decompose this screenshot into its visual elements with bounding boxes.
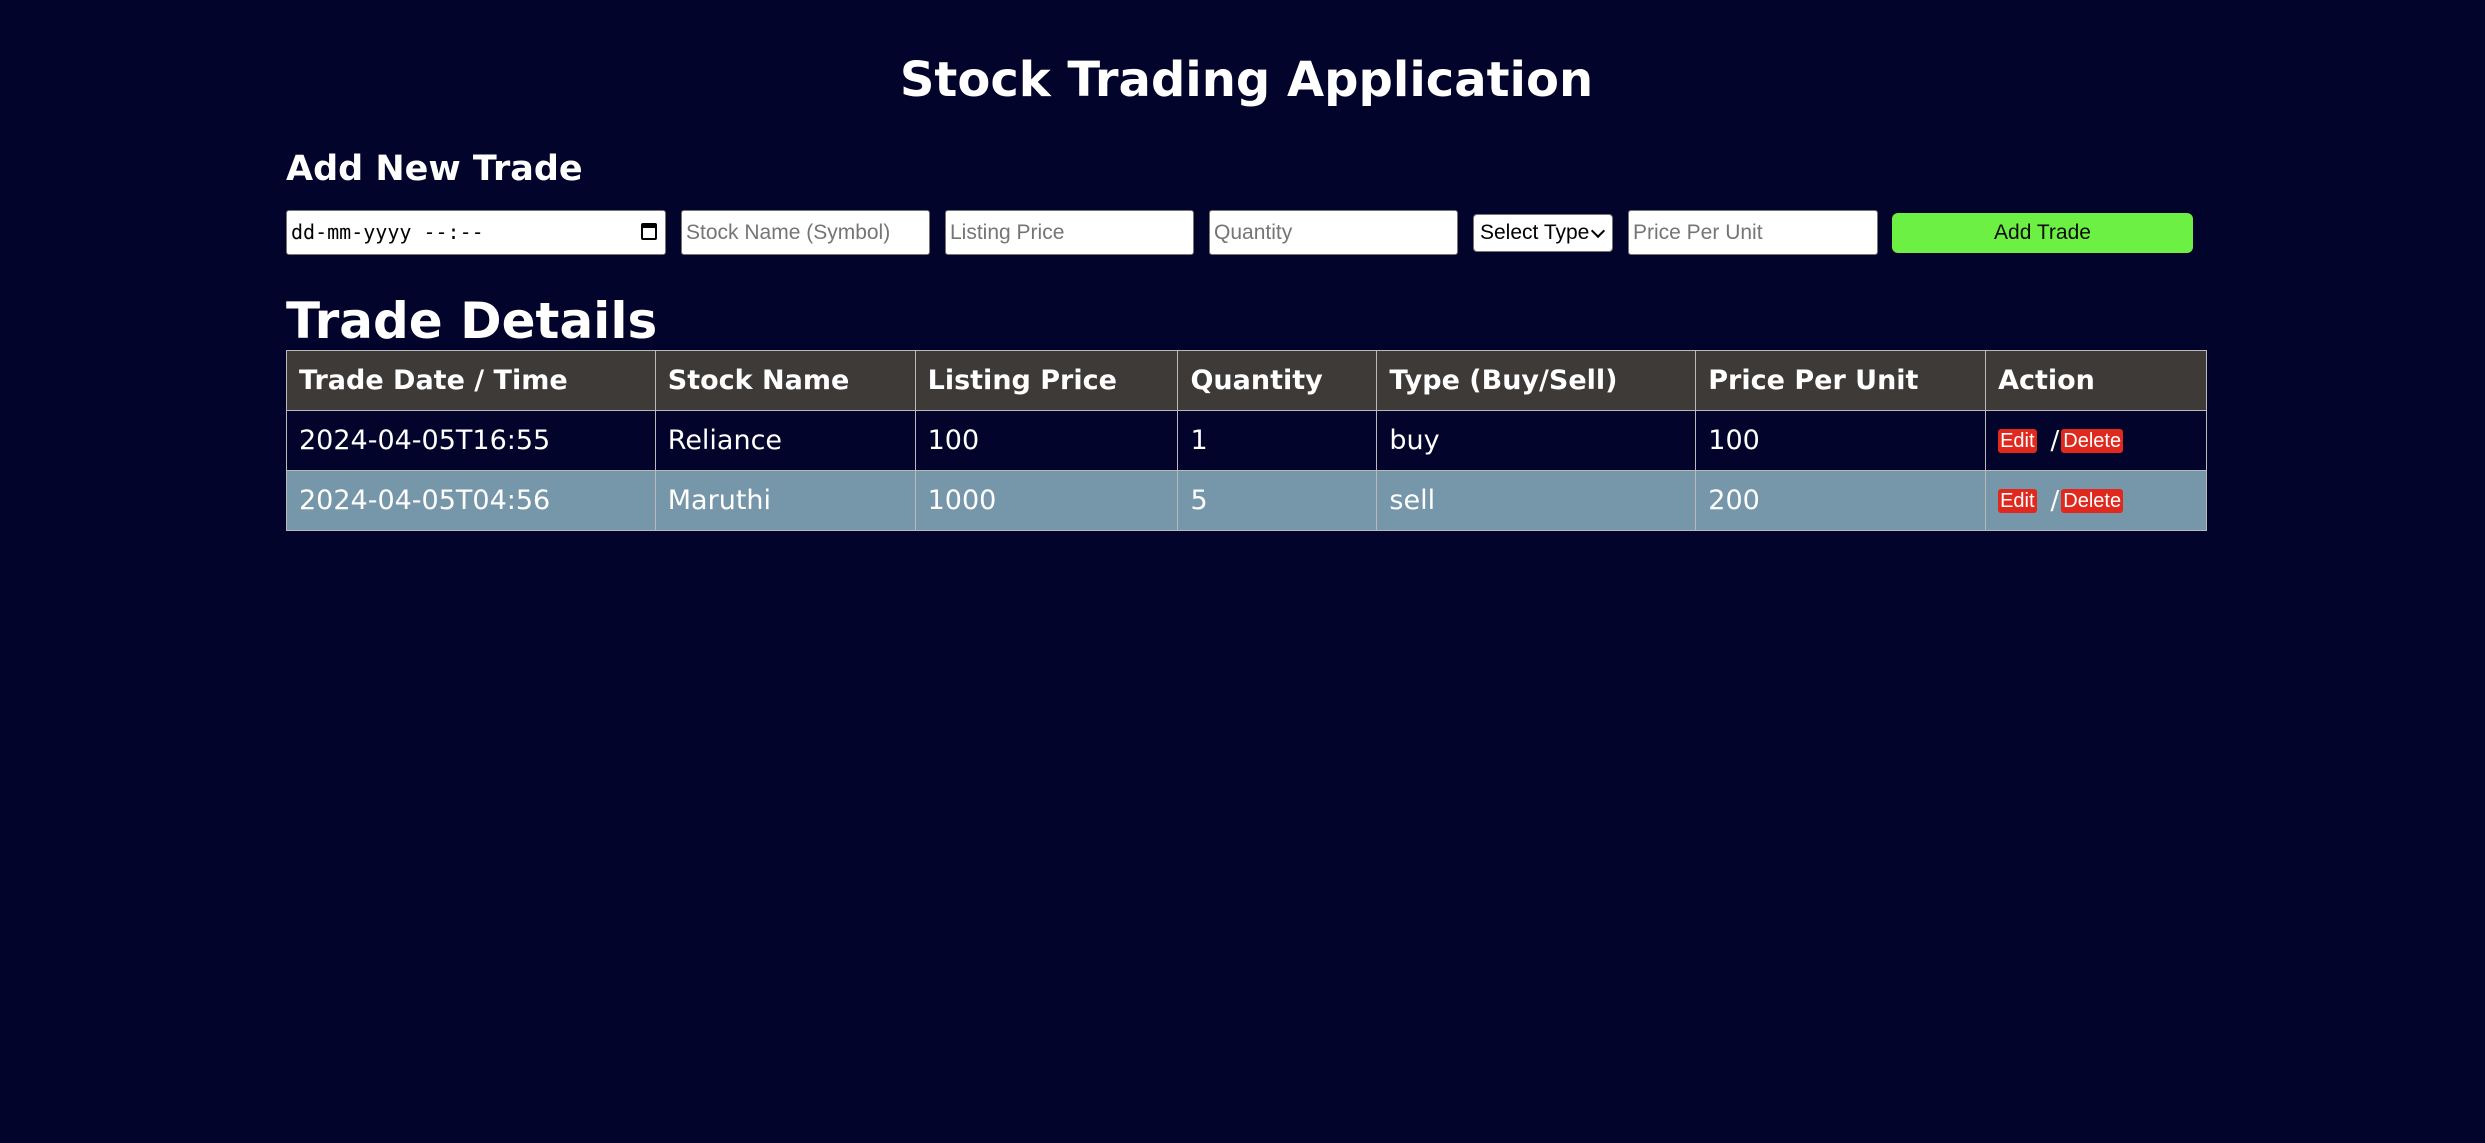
price-per-unit-input[interactable]: Price Per Unit [1628, 210, 1878, 255]
add-trade-heading: Add New Trade [286, 149, 583, 189]
action-separator: / [2050, 486, 2060, 517]
table-row: 2024-04-05T04:56 Maruthi 1000 5 sell 200… [286, 470, 2207, 531]
cell-listing-price: 1000 [914, 470, 1179, 531]
trades-table: Trade Date / Time Stock Name Listing Pri… [286, 350, 2207, 531]
action-separator: / [2050, 426, 2060, 457]
cell-stock-name: Maruthi [654, 470, 916, 531]
listing-price-input[interactable]: Listing Price [945, 210, 1194, 255]
app-title: Stock Trading Application [899, 52, 1594, 108]
cell-quantity: 1 [1177, 410, 1378, 471]
trade-details-heading: Trade Details [286, 292, 658, 350]
calendar-icon[interactable] [641, 223, 657, 240]
price-per-unit-placeholder: Price Per Unit [1633, 221, 1763, 244]
trade-type-selected: Select Type [1480, 221, 1590, 244]
column-header-listing-price: Listing Price [914, 350, 1179, 411]
column-header-stock-name: Stock Name [654, 350, 916, 411]
delete-button[interactable]: Delete [2061, 429, 2124, 454]
stock-name-input[interactable]: Stock Name (Symbol) [681, 210, 930, 255]
cell-trade-datetime: 2024-04-05T16:55 [286, 410, 656, 471]
column-header-action: Action [1985, 350, 2207, 411]
column-header-quantity: Quantity [1177, 350, 1378, 411]
datetime-placeholder: dd-mm-yyyy --:-- [291, 220, 484, 244]
add-trade-button[interactable]: Add Trade [1892, 213, 2193, 253]
cell-listing-price: 100 [914, 410, 1179, 471]
quantity-input[interactable]: Quantity [1209, 210, 1458, 255]
quantity-placeholder: Quantity [1214, 221, 1293, 244]
stock-name-placeholder: Stock Name (Symbol) [686, 221, 891, 244]
chevron-down-icon [1590, 223, 1606, 239]
delete-button[interactable]: Delete [2061, 489, 2124, 514]
cell-action: Edit / Delete [1985, 410, 2207, 471]
table-header-row: Trade Date / Time Stock Name Listing Pri… [286, 350, 2207, 411]
cell-price-per-unit: 100 [1695, 410, 1987, 471]
trade-datetime-input[interactable]: dd-mm-yyyy --:-- [286, 210, 666, 255]
column-header-trade-datetime: Trade Date / Time [286, 350, 656, 411]
column-header-type: Type (Buy/Sell) [1376, 350, 1697, 411]
cell-price-per-unit: 200 [1695, 470, 1987, 531]
trade-type-select[interactable]: Select Type [1473, 214, 1613, 252]
cell-type: sell [1376, 470, 1697, 531]
table-row: 2024-04-05T16:55 Reliance 100 1 buy 100 … [286, 410, 2207, 471]
cell-type: buy [1376, 410, 1697, 471]
cell-quantity: 5 [1177, 470, 1378, 531]
cell-stock-name: Reliance [654, 410, 916, 471]
edit-button[interactable]: Edit [1998, 489, 2037, 514]
column-header-price-per-unit: Price Per Unit [1695, 350, 1987, 411]
cell-action: Edit / Delete [1985, 470, 2207, 531]
listing-price-placeholder: Listing Price [950, 221, 1065, 244]
cell-trade-datetime: 2024-04-05T04:56 [286, 470, 656, 531]
edit-button[interactable]: Edit [1998, 429, 2037, 454]
